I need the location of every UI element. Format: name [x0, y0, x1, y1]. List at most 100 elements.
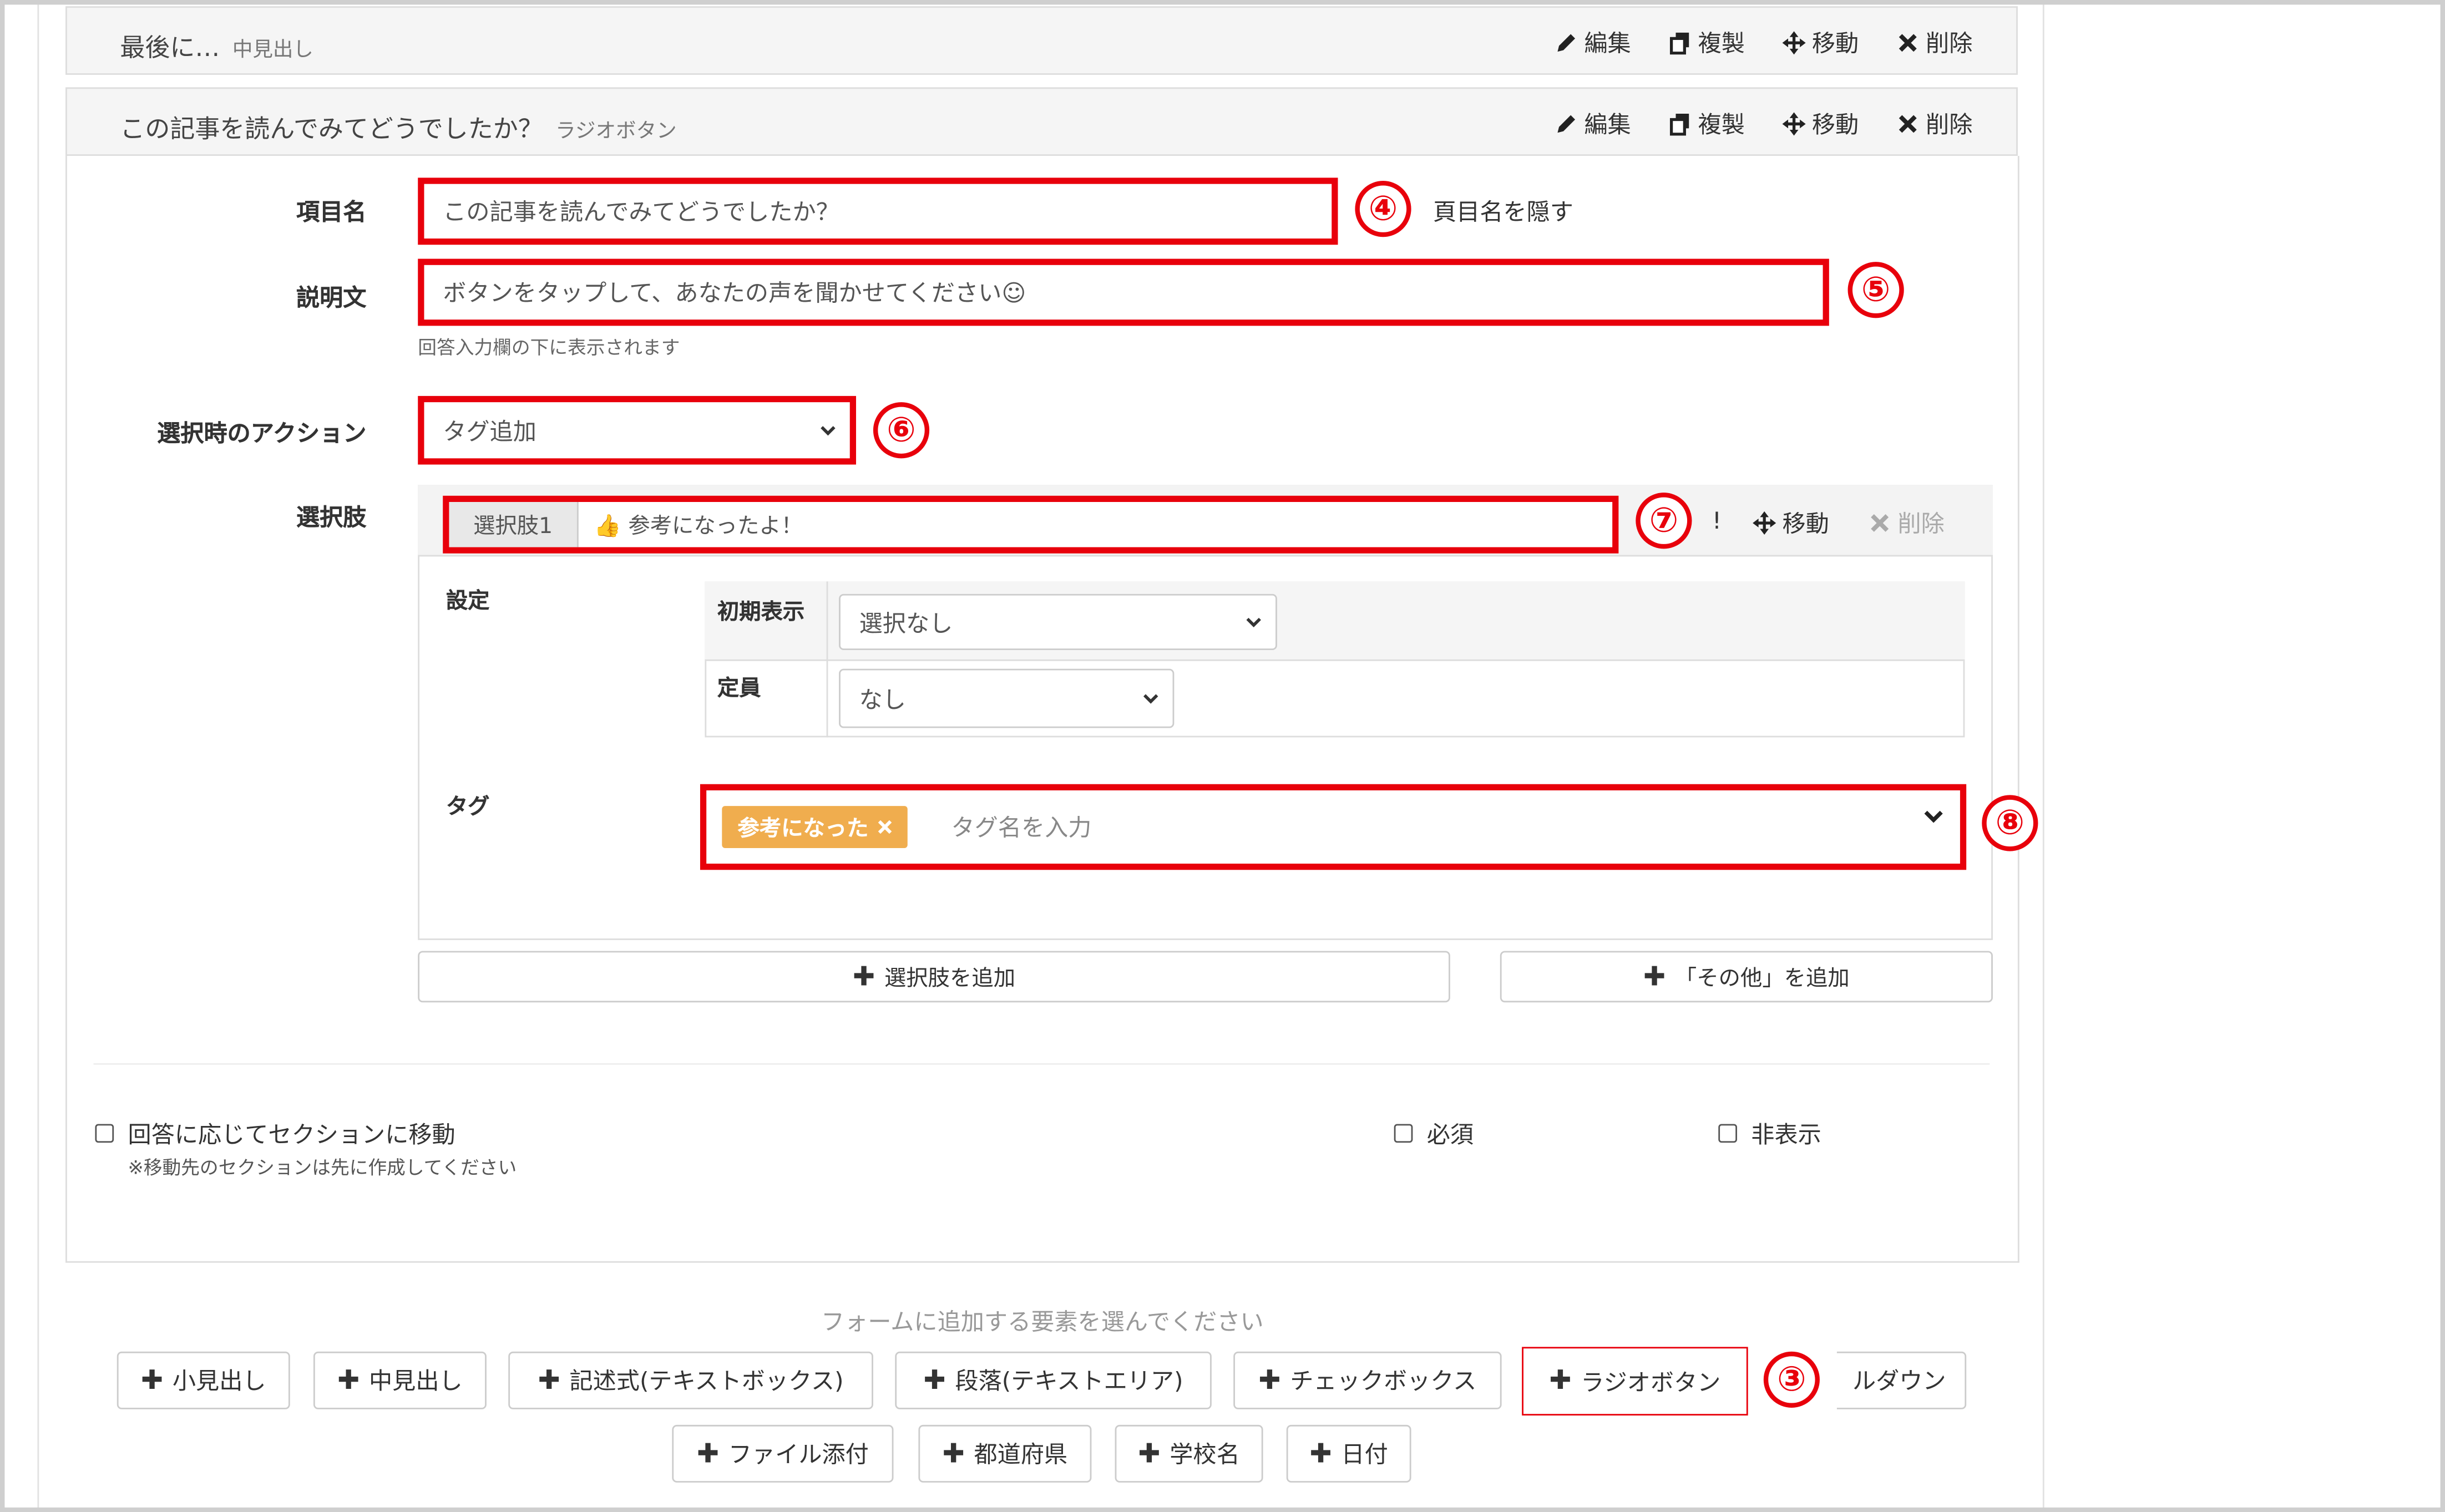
marker-4: ④ — [1355, 181, 1411, 237]
item-name-input[interactable]: この記事を読んでみてどうでしたか？ — [418, 177, 1338, 245]
chevron-down-icon[interactable] — [1922, 806, 1944, 828]
close-icon — [1899, 34, 1917, 52]
choice-input[interactable]: 選択肢1 👍 参考になったよ！ — [443, 495, 1619, 554]
duplicate-button[interactable]: 複製 — [1668, 108, 1745, 140]
marker-8: ⑧ — [1982, 795, 2038, 851]
plus-icon: ✚ — [1309, 1438, 1332, 1469]
edit-button[interactable]: 編集 — [1555, 27, 1631, 59]
plus-icon: ✚ — [923, 1364, 946, 1396]
add-small-heading-button[interactable]: ✚ 小見出し — [117, 1351, 290, 1409]
choice-move-button[interactable]: 移動 — [1753, 506, 1829, 539]
button-label: ラジオボタン — [1581, 1368, 1721, 1396]
capacity-value: なし — [859, 685, 907, 713]
initial-display-value: 選択なし — [859, 608, 953, 637]
hidden-label: 非表示 — [1751, 1120, 1821, 1149]
choices-label: 選択肢 — [296, 503, 367, 532]
choice-number-label: 選択肢1 — [449, 502, 579, 547]
page-left-rule — [37, 0, 39, 1512]
description-label: 説明文 — [296, 283, 367, 312]
marker-3: ③ — [1763, 1351, 1820, 1408]
add-other-label: 「その他」を追加 — [1674, 966, 1850, 991]
duplicate-button[interactable]: 複製 — [1668, 27, 1745, 59]
delete-label: 削除 — [1897, 510, 1945, 538]
choice-delete-button[interactable]: 削除 — [1868, 506, 1945, 539]
capacity-select[interactable]: なし — [839, 668, 1175, 728]
settings-label: 設定 — [446, 589, 490, 615]
initial-display-label: 初期表示 — [717, 600, 805, 626]
add-other-button[interactable]: ✚ 「その他」を追加 — [1500, 951, 1993, 1003]
add-school-button[interactable]: ✚ 学校名 — [1115, 1424, 1263, 1483]
tag-label: タグ — [446, 795, 490, 820]
add-textarea-button[interactable]: ✚ 段落(テキストエリア) — [895, 1351, 1212, 1409]
move-label: 移動 — [1811, 29, 1859, 58]
section-jump-checkbox[interactable] — [95, 1124, 114, 1143]
edit-label: 編集 — [1584, 110, 1631, 139]
copy-icon — [1669, 113, 1689, 136]
options-divider — [93, 1063, 1990, 1065]
add-radio-button[interactable]: ✚ ラジオボタン — [1522, 1347, 1748, 1416]
copy-icon — [1669, 32, 1689, 55]
choice-stray-char: ! — [1712, 506, 1722, 535]
tag-placeholder: タグ名を入力 — [951, 814, 1092, 842]
edit-button[interactable]: 編集 — [1555, 108, 1631, 140]
close-icon — [1871, 514, 1889, 532]
section-actions: 編集 複製 移動 削除 — [1555, 27, 1972, 59]
move-label: 移動 — [1782, 510, 1829, 538]
move-label: 移動 — [1811, 110, 1859, 139]
section-type: 中見出し — [232, 39, 314, 63]
tag-input[interactable]: 参考になった タグ名を入力 — [700, 784, 1967, 870]
add-file-button[interactable]: ✚ ファイル添付 — [672, 1424, 894, 1483]
plus-icon: ✚ — [696, 1438, 719, 1469]
add-date-button[interactable]: ✚ 日付 — [1286, 1424, 1411, 1483]
pencil-icon — [1557, 115, 1575, 133]
add-choice-label: 選択肢を追加 — [884, 966, 1016, 991]
required-checkbox[interactable] — [1394, 1124, 1413, 1143]
plus-icon: ✚ — [1643, 961, 1666, 992]
plus-icon: ✚ — [337, 1364, 360, 1396]
description-input[interactable]: ボタンをタップして、あなたの声を聞かせてください☺ — [418, 258, 1829, 326]
add-textbox-button[interactable]: ✚ 記述式(テキストボックス) — [508, 1351, 873, 1409]
button-label: 日付 — [1341, 1440, 1388, 1469]
action-value: タグ追加 — [443, 417, 536, 445]
section-title: この記事を読んでみてどうでしたか？ ラジオボタン — [120, 108, 676, 145]
close-icon — [1899, 115, 1917, 133]
plus-icon: ✚ — [853, 961, 875, 992]
action-select[interactable]: タグ追加 — [418, 395, 857, 465]
chevron-down-icon — [1143, 694, 1158, 704]
plus-icon: ✚ — [538, 1364, 560, 1396]
delete-button[interactable]: 削除 — [1896, 27, 1972, 59]
delete-button[interactable]: 削除 — [1896, 108, 1973, 140]
add-choice-button[interactable]: ✚ 選択肢を追加 — [418, 951, 1450, 1003]
button-label: 記述式(テキストボックス) — [569, 1367, 844, 1396]
page-right-rule — [2042, 0, 2044, 1512]
pencil-icon — [1557, 34, 1575, 52]
plus-icon: ✚ — [1138, 1438, 1161, 1469]
tag-chip-label: 参考になった — [737, 816, 869, 841]
item-name-value: この記事を読んでみてどうでしたか？ — [443, 197, 839, 226]
close-icon[interactable] — [878, 820, 892, 834]
button-label: 学校名 — [1170, 1440, 1240, 1469]
initial-display-select[interactable]: 選択なし — [839, 593, 1277, 651]
section-bar-heading[interactable]: 最後に… 中見出し 編集 複製 移動 削除 — [65, 6, 2018, 75]
move-button[interactable]: 移動 — [1782, 27, 1859, 59]
add-medium-heading-button[interactable]: ✚ 中見出し — [313, 1351, 487, 1409]
hide-item-name-option[interactable]: 頁目名を隠す — [1433, 195, 1573, 227]
marker-6: ⑥ — [873, 402, 930, 459]
duplicate-label: 複製 — [1698, 29, 1745, 58]
delete-label: 削除 — [1926, 110, 1973, 139]
add-prefecture-button[interactable]: ✚ 都道府県 — [918, 1424, 1092, 1483]
description-help: 回答入力欄の下に表示されます — [418, 337, 680, 359]
description-value: ボタンをタップして、あなたの声を聞かせてください☺ — [443, 279, 1026, 307]
tag-chip[interactable]: 参考になった — [722, 806, 908, 848]
settings-column-divider — [826, 581, 828, 738]
hidden-checkbox[interactable] — [1718, 1124, 1738, 1143]
add-checkbox-button[interactable]: ✚ チェックボックス — [1233, 1351, 1502, 1409]
section-bar-radio[interactable]: この記事を読んでみてどうでしたか？ ラジオボタン 編集 複製 移動 削除 — [65, 87, 2018, 156]
section-jump-label: 回答に応じてセクションに移動 — [128, 1120, 455, 1149]
section-title: 最後に… 中見出し — [120, 27, 313, 64]
plus-icon: ✚ — [1549, 1366, 1572, 1397]
button-label: 中見出し — [369, 1367, 463, 1396]
move-button[interactable]: 移動 — [1782, 108, 1859, 140]
plus-icon: ✚ — [942, 1438, 965, 1469]
chevron-down-icon — [821, 426, 836, 436]
